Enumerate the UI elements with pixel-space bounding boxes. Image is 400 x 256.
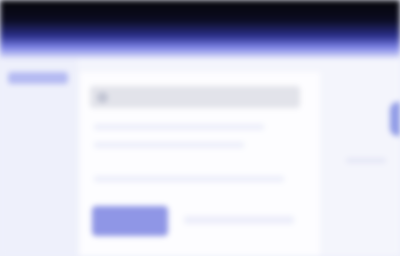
sidebar-item-active[interactable]	[8, 72, 68, 84]
secondary-text-line	[184, 216, 294, 224]
top-header-bar	[0, 0, 400, 58]
search-icon	[98, 92, 107, 102]
sidebar-item[interactable]	[8, 92, 68, 104]
primary-button[interactable]	[92, 206, 168, 236]
sidebar	[0, 58, 78, 256]
right-side-panel	[326, 72, 400, 256]
main-content-panel	[80, 72, 320, 256]
content-line	[94, 142, 244, 148]
content-line	[94, 176, 284, 182]
search-input[interactable]	[113, 91, 287, 103]
sidebar-item[interactable]	[8, 132, 68, 144]
content-line	[346, 158, 386, 163]
search-bar[interactable]	[90, 86, 300, 108]
content-line	[94, 124, 264, 130]
sidebar-item[interactable]	[8, 112, 68, 124]
right-accent-tab[interactable]	[390, 102, 400, 136]
app-window	[0, 0, 400, 256]
